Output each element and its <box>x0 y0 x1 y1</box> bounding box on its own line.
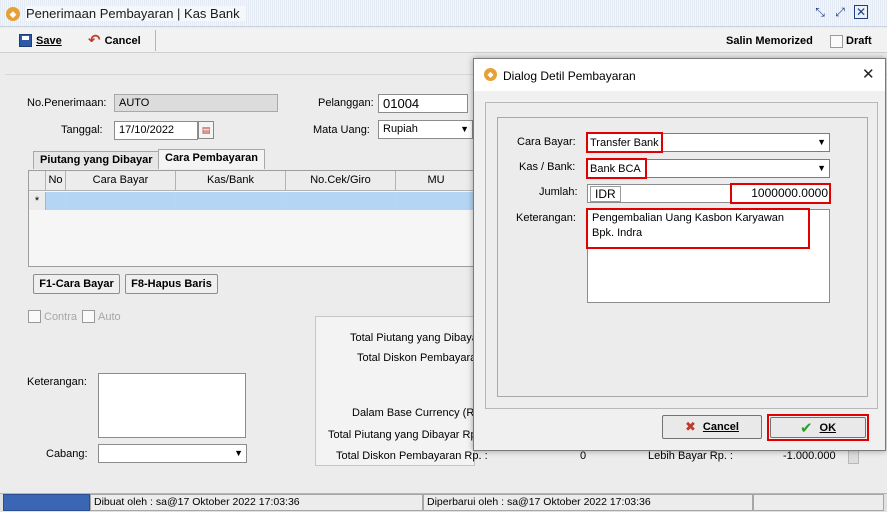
chevron-down-icon: ▼ <box>234 448 243 458</box>
dialog-ok-label: OK <box>819 421 837 434</box>
memorize-button[interactable]: Salin Memorized <box>726 31 813 50</box>
total-piutang-rp-label: Total Piutang yang Dibayar Rp <box>328 429 477 441</box>
dialog-app-icon: ◆ <box>484 68 497 81</box>
grid-cell[interactable] <box>176 192 286 210</box>
add-payment-button[interactable]: F1-Cara Bayar <box>33 274 120 294</box>
dialog-cancel-label: Cancel <box>702 421 739 433</box>
close-window-icon[interactable]: ✕ <box>854 5 868 19</box>
keterangan-label: Keterangan: <box>27 376 87 388</box>
grid-cell[interactable] <box>396 192 477 210</box>
currency-code: IDR <box>590 186 621 202</box>
chevron-down-icon: ▼ <box>817 137 826 147</box>
contra-checkbox[interactable] <box>28 310 41 323</box>
mata-uang-value: Rupiah <box>383 123 418 135</box>
save-icon <box>19 34 32 47</box>
total-piutang-label: Total Piutang yang Dibaya <box>350 332 478 344</box>
col-kas-bank[interactable]: Kas/Bank <box>176 171 286 191</box>
status-created: Dibuat oleh : sa@17 Oktober 2022 17:03:3… <box>90 494 423 511</box>
toolbar-separator <box>155 30 156 51</box>
col-cara-bayar[interactable]: Cara Bayar <box>66 171 176 191</box>
lebih-bayar-value: -1.000.000 <box>783 450 836 462</box>
customer-field[interactable]: 01004 <box>378 94 468 113</box>
save-button[interactable]: Save <box>19 31 62 50</box>
grid-cell[interactable] <box>46 192 66 210</box>
dialog-title: Dialog Detil Pembayaran <box>503 69 636 83</box>
tanggal-field[interactable]: 17/10/2022 <box>114 121 198 140</box>
check-icon: ✔ <box>799 419 813 437</box>
cara-bayar-value: Transfer Bank <box>590 137 659 149</box>
app-icon: ◆ <box>6 7 20 21</box>
dialog-keterangan-value: Pengembalian Uang Kasbon Karyawan Bpk. I… <box>592 212 785 239</box>
total-diskon-label: Total Diskon Pembayara <box>357 352 477 364</box>
cara-bayar-label: Cara Bayar: <box>517 136 576 148</box>
chevron-down-icon: ▼ <box>460 124 469 134</box>
col-no[interactable]: No <box>46 171 66 191</box>
amount-value: 1000000.0000 <box>751 186 828 200</box>
tab-piutang[interactable]: Piutang yang Dibayar <box>33 151 160 169</box>
status-accent <box>3 494 90 511</box>
kas-bank-label: Kas / Bank: <box>519 161 576 173</box>
draft-label: Draft <box>846 35 872 47</box>
payment-grid: No Cara Bayar Kas/Bank No.Cek/Giro MU * <box>28 170 478 267</box>
keterangan-textarea[interactable] <box>98 373 246 438</box>
calendar-icon[interactable]: ▤ <box>198 121 214 139</box>
mata-uang-select[interactable]: Rupiah ▼ <box>378 120 473 139</box>
tab-cara-pembayaran[interactable]: Cara Pembayaran <box>158 149 265 169</box>
total-diskon-rp-value: 0 <box>580 450 587 462</box>
total-diskon-rp-label: Total Diskon Pembayaran Rp. : <box>336 450 488 462</box>
status-updated: Diperbarui oleh : sa@17 Oktober 2022 17:… <box>423 494 753 511</box>
kas-bank-value: Bank BCA <box>590 163 641 175</box>
dialog-cancel-button[interactable]: ✖ Cancel <box>662 415 762 439</box>
auto-checkbox[interactable] <box>82 310 95 323</box>
close-icon[interactable]: ✕ <box>862 65 875 83</box>
memorize-label: Salin Memorized <box>726 34 813 47</box>
tanggal-label: Tanggal: <box>61 124 103 136</box>
grid-cell[interactable] <box>286 192 396 210</box>
grid-cell[interactable] <box>66 192 176 210</box>
status-empty <box>753 494 884 511</box>
draft-checkbox[interactable] <box>830 35 843 48</box>
delete-row-button[interactable]: F8-Hapus Baris <box>125 274 218 294</box>
chevron-down-icon: ▼ <box>817 163 826 173</box>
jumlah-label: Jumlah: <box>539 186 578 198</box>
dialog-keterangan-label: Keterangan: <box>516 212 576 224</box>
col-mu[interactable]: MU <box>396 171 477 191</box>
no-penerimaan-field: AUTO <box>114 94 278 112</box>
auto-label: Auto <box>98 311 121 323</box>
contra-label: Contra <box>44 311 78 323</box>
row-marker: * <box>29 192 46 210</box>
col-no-cek[interactable]: No.Cek/Giro <box>286 171 396 191</box>
base-currency-label: Dalam Base Currency (R <box>352 407 475 419</box>
undo-icon: ↶ <box>88 32 101 49</box>
customer-label: Pelanggan: <box>318 97 374 109</box>
maximize-icon[interactable]: ⤢ <box>832 5 848 21</box>
mata-uang-label: Mata Uang: <box>313 124 370 136</box>
dialog-ok-button[interactable]: ✔ OK <box>770 417 866 438</box>
grid-corner <box>29 171 46 191</box>
cabang-label: Cabang: <box>46 448 88 460</box>
restore-icon[interactable]: ⤡ <box>812 5 828 21</box>
x-icon: ✖ <box>685 419 696 434</box>
lebih-bayar-label: Lebih Bayar Rp. : <box>648 450 733 462</box>
payment-detail-dialog: ◆ Dialog Detil Pembayaran ✕ Cara Bayar: … <box>473 58 886 451</box>
window-title: Penerimaan Pembayaran | Kas Bank <box>26 6 246 21</box>
cancel-label: Cancel <box>104 34 141 47</box>
cancel-button[interactable]: ↶ Cancel <box>88 31 141 50</box>
no-penerimaan-label: No.Penerimaan: <box>27 97 107 109</box>
cabang-select[interactable]: ▼ <box>98 444 247 463</box>
save-label: Save <box>36 34 62 47</box>
